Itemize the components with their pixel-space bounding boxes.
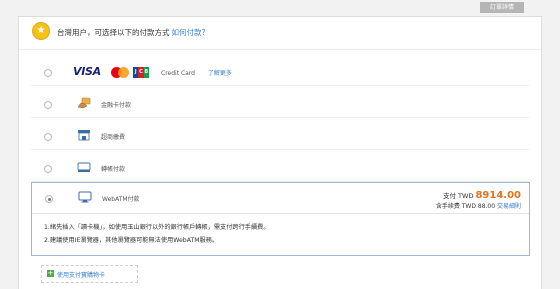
debit-card-label: 金融卡付款 bbox=[101, 102, 132, 109]
use-gift-card-button[interactable]: + 使用支付寶購物卡 bbox=[41, 265, 138, 283]
fee-label: 含手续费 TWD 88.00 bbox=[435, 203, 496, 210]
store-icon bbox=[77, 129, 91, 141]
radio-bank-transfer[interactable] bbox=[44, 165, 52, 173]
convenience-store-label: 超商繳費 bbox=[101, 134, 126, 141]
mastercard-logo bbox=[111, 67, 129, 78]
method-debit-card[interactable]: 金融卡付款 bbox=[31, 91, 529, 118]
payment-panel: ★ 台灣用户，可选择以下的付款方式 如何付款? VISA JCB Credit C… bbox=[18, 16, 542, 289]
monitor-icon bbox=[78, 191, 92, 203]
note-2: 2.建議使用IE瀏覽器，其他瀏覽器可能無法使用WebATM服務。 bbox=[44, 237, 219, 244]
method-credit-card[interactable]: VISA JCB Credit Card 了解更多 bbox=[31, 59, 529, 86]
radio-convenience-store[interactable] bbox=[44, 133, 52, 141]
how-to-pay-link[interactable]: 如何付款? bbox=[172, 28, 206, 37]
gift-card-label: 使用支付寶購物卡 bbox=[57, 272, 106, 279]
webatm-header: WebATM付款 支付 TWD 8914.00 含手续费 TWD 88.00 交易… bbox=[32, 183, 529, 214]
transaction-details-link[interactable]: 交易細則 bbox=[497, 203, 521, 210]
radio-credit-card[interactable] bbox=[44, 69, 52, 77]
plus-icon: + bbox=[47, 269, 54, 277]
method-bank-transfer[interactable]: 轉帳付款 bbox=[31, 155, 529, 182]
visa-logo: VISA bbox=[73, 65, 101, 78]
learn-more-link[interactable]: 了解更多 bbox=[208, 70, 232, 77]
note-1: 1.緒先插入「讀卡機」，如使用玉山銀行以外的銀行帳戶轉帳，需支付跨行手續費。 bbox=[44, 224, 270, 231]
coin-star-icon: ★ bbox=[33, 23, 49, 39]
payment-header: ★ 台灣用户，可选择以下的付款方式 如何付款? bbox=[19, 17, 541, 50]
bank-transfer-icon bbox=[77, 161, 91, 173]
radio-debit-card[interactable] bbox=[44, 101, 52, 109]
jcb-logo: JCB bbox=[133, 67, 149, 78]
amount-value: 8914.00 bbox=[475, 190, 521, 201]
fee-line: 含手续费 TWD 88.00 交易細則 bbox=[436, 201, 521, 210]
order-details-button[interactable]: 訂單詳情 bbox=[480, 2, 524, 13]
webatm-notes: 1.緒先插入「讀卡機」，如使用玉山銀行以外的銀行帳戶轉帳，需支付跨行手續費。 2… bbox=[44, 221, 270, 247]
webatm-label: WebATM付款 bbox=[102, 196, 140, 203]
bank-transfer-label: 轉帳付款 bbox=[101, 166, 126, 173]
header-label: 台灣用户，可选择以下的付款方式 bbox=[57, 28, 170, 37]
credit-card-label: Credit Card 了解更多 bbox=[161, 70, 232, 77]
method-convenience-store[interactable]: 超商繳費 bbox=[31, 123, 529, 150]
hand-card-icon bbox=[77, 97, 91, 109]
radio-webatm[interactable] bbox=[45, 195, 53, 203]
pay-amount: 支付 TWD 8914.00 bbox=[443, 190, 521, 201]
method-webatm-selected[interactable]: WebATM付款 支付 TWD 8914.00 含手续费 TWD 88.00 交易… bbox=[31, 182, 530, 256]
pay-label: 支付 TWD bbox=[442, 192, 474, 200]
header-text: 台灣用户，可选择以下的付款方式 如何付款? bbox=[57, 27, 205, 38]
